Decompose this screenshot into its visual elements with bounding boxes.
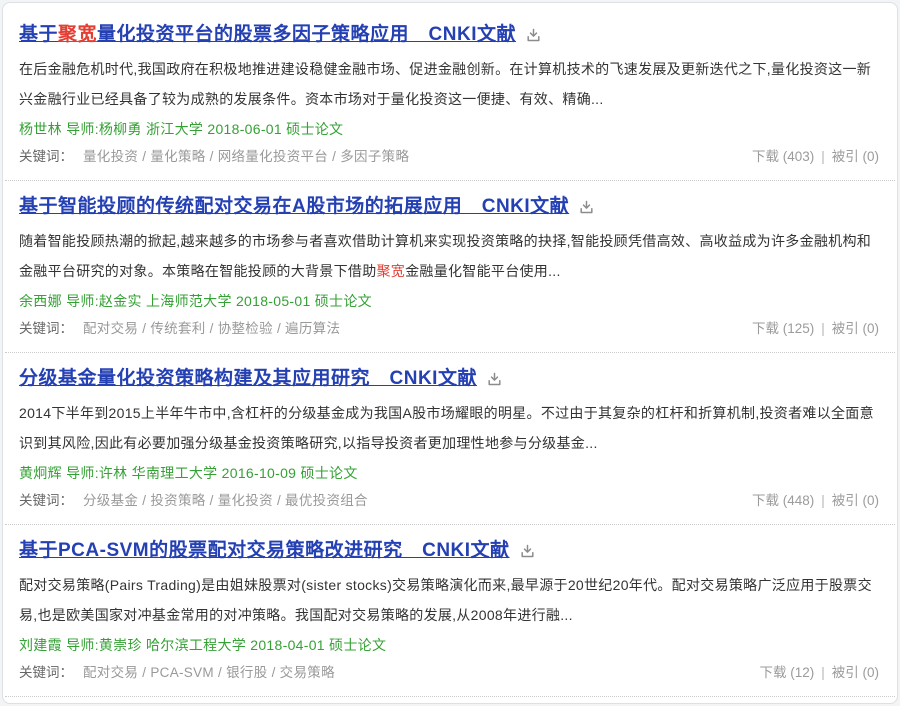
result-footer: 关键词： 配对交易 / 传统套利 / 协整检验 / 遍历算法 下载 (125) | 被… (19, 318, 881, 340)
result-footer: 关键词： 量化投资 / 量化策略 / 网络量化投资平台 / 多因子策略 下载 (4… (19, 146, 881, 168)
result-title: 基于PCA-SVM的股票配对交易策略改进研究 CNKI文献 (19, 537, 881, 564)
search-results-container: 基于聚宽量化投资平台的股票多因子策略应用 CNKI文献 在后金融危机时代,我国政… (2, 2, 898, 704)
download-stat: 下载 (125) (751, 321, 815, 336)
keywords-label: 关键词： (19, 149, 73, 164)
keywords-label: 关键词： (19, 493, 73, 508)
result-title-link[interactable]: 基于智能投顾的传统配对交易在A股市场的拓展应用 CNKI文献 (19, 193, 569, 220)
search-result-card: 基于智能投顾的传统配对交易在A股市场的拓展应用 CNKI文献 随着智能投顾热潮的… (5, 181, 895, 353)
download-stat: 下载 (448) (751, 493, 815, 508)
keywords-list: 量化投资 / 量化策略 / 网络量化投资平台 / 多因子策略 (83, 149, 410, 164)
result-title-link[interactable]: 分级基金量化投资策略构建及其应用研究 CNKI文献 (19, 365, 477, 392)
result-footer: 关键词： 配对交易 / PCA-SVM / 银行股 / 交易策略 下载 (12) |… (19, 662, 881, 684)
download-icon[interactable] (525, 27, 542, 44)
keywords-label: 关键词： (19, 321, 73, 336)
download-icon[interactable] (519, 543, 536, 560)
cited-stat: 被引 (0) (831, 493, 879, 508)
result-author-line: 余西娜 导师:赵金实 上海师范大学 2018-05-01 硕士论文 (19, 293, 372, 309)
stats-divider: | (821, 321, 825, 336)
result-author-line: 刘建霞 导师:黄崇珍 哈尔滨工程大学 2018-04-01 硕士论文 (19, 637, 387, 653)
result-abstract: 随着智能投顾热潮的掀起,越来越多的市场参与者喜欢借助计算机来实现投资策略的抉择,… (19, 233, 872, 279)
result-author-line: 杨世林 导师:杨柳勇 浙江大学 2018-06-01 硕士论文 (19, 121, 344, 137)
download-stat: 下载 (12) (759, 665, 815, 680)
result-stats: 下载 (403) | 被引 (0) (752, 146, 881, 168)
result-title: 分级基金量化投资策略构建及其应用研究 CNKI文献 (19, 365, 881, 392)
keywords-row: 关键词： 配对交易 / 传统套利 / 协整检验 / 遍历算法 (19, 318, 340, 340)
keywords-list: 配对交易 / PCA-SVM / 银行股 / 交易策略 (83, 665, 335, 680)
download-icon[interactable] (578, 199, 595, 216)
cited-stat: 被引 (0) (831, 149, 879, 164)
keywords-label: 关键词： (19, 665, 73, 680)
result-abstract: 2014下半年到2015上半年牛市中,含杠杆的分级基金成为我国A股市场耀眼的明星… (19, 405, 874, 451)
result-author-line: 黄炯辉 导师:许林 华南理工大学 2016-10-09 硕士论文 (19, 465, 358, 481)
result-title-link[interactable]: 基于PCA-SVM的股票配对交易策略改进研究 CNKI文献 (19, 537, 510, 564)
result-title: 基于聚宽量化投资平台的股票多因子策略应用 CNKI文献 (19, 21, 881, 48)
search-result-card: 基于聚宽量化投资平台的股票多因子策略应用 CNKI文献 在后金融危机时代,我国政… (5, 9, 895, 181)
result-title: 基于智能投顾的传统配对交易在A股市场的拓展应用 CNKI文献 (19, 193, 881, 220)
search-result-card: 分级基金量化投资策略构建及其应用研究 CNKI文献 2014下半年到2015上半… (5, 353, 895, 525)
keywords-list: 配对交易 / 传统套利 / 协整检验 / 遍历算法 (83, 321, 341, 336)
result-footer: 关键词： 分级基金 / 投资策略 / 量化投资 / 最优投资组合 下载 (448)… (19, 490, 881, 512)
stats-divider: | (821, 665, 825, 680)
cited-stat: 被引 (0) (831, 665, 879, 680)
result-title-link[interactable]: 基于聚宽量化投资平台的股票多因子策略应用 CNKI文献 (19, 21, 516, 48)
result-stats: 下载 (448) | 被引 (0) (752, 490, 881, 512)
cited-stat: 被引 (0) (831, 321, 879, 336)
keywords-list: 分级基金 / 投资策略 / 量化投资 / 最优投资组合 (83, 493, 368, 508)
result-abstract: 配对交易策略(Pairs Trading)是由姐妹股票对(sister stoc… (19, 577, 872, 623)
result-stats: 下载 (125) | 被引 (0) (752, 318, 881, 340)
download-icon[interactable] (486, 371, 503, 388)
stats-divider: | (821, 149, 825, 164)
keywords-row: 关键词： 配对交易 / PCA-SVM / 银行股 / 交易策略 (19, 662, 335, 684)
keywords-row: 关键词： 量化投资 / 量化策略 / 网络量化投资平台 / 多因子策略 (19, 146, 409, 168)
result-abstract: 在后金融危机时代,我国政府在积极地推进建设稳健金融市场、促进金融创新。在计算机技… (19, 61, 872, 107)
result-stats: 下载 (12) | 被引 (0) (759, 662, 881, 684)
search-result-card: 基于PCA-SVM的股票配对交易策略改进研究 CNKI文献 配对交易策略(Pai… (5, 525, 895, 697)
stats-divider: | (821, 493, 825, 508)
results-list: 基于聚宽量化投资平台的股票多因子策略应用 CNKI文献 在后金融危机时代,我国政… (3, 9, 897, 697)
download-stat: 下载 (403) (751, 149, 815, 164)
keywords-row: 关键词： 分级基金 / 投资策略 / 量化投资 / 最优投资组合 (19, 490, 368, 512)
